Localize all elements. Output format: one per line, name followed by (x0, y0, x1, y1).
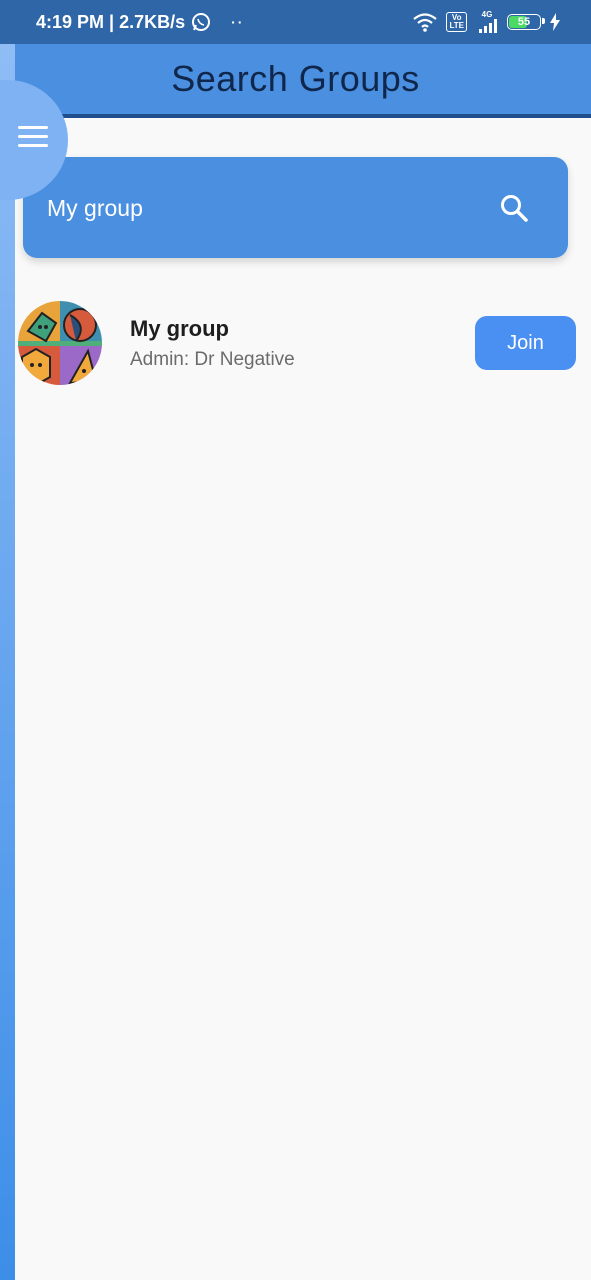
status-time-speed: 4:19 PM | 2.7KB/s (36, 11, 186, 32)
whatsapp-icon (192, 13, 211, 31)
wifi-icon (413, 13, 438, 32)
status-bar: 4:19 PM | 2.7KB/s ·· Vo LTE 4G 55 (0, 0, 591, 44)
search-input[interactable] (45, 187, 469, 229)
app-header: Search Groups (0, 44, 591, 118)
search-icon[interactable] (499, 193, 529, 223)
join-button[interactable]: Join (475, 316, 576, 370)
network-type-label: 4G (481, 10, 493, 19)
group-list-item[interactable]: My group Admin: Dr Negative Join (15, 296, 591, 392)
battery-icon: 55 (507, 14, 545, 30)
status-right: Vo LTE 4G 55 (412, 0, 561, 44)
status-left: 4:19 PM | 2.7KB/s ·· (36, 0, 244, 44)
signal-icon (479, 19, 497, 33)
charging-bolt-icon (550, 13, 560, 31)
volte-badge: Vo LTE (446, 12, 467, 32)
page-title: Search Groups (171, 58, 420, 99)
battery-tip (542, 18, 545, 24)
search-bar (23, 157, 568, 258)
group-name: My group (130, 316, 229, 341)
drawer-edge[interactable] (0, 44, 15, 1280)
group-avatar (18, 301, 102, 385)
group-admin: Admin: Dr Negative (130, 349, 295, 370)
signal-indicator: 4G (475, 11, 499, 33)
group-avatar-image (18, 301, 102, 385)
hamburger-menu-icon[interactable] (18, 126, 50, 150)
notification-dots: ·· (231, 14, 245, 30)
battery-level: 55 (517, 16, 531, 28)
